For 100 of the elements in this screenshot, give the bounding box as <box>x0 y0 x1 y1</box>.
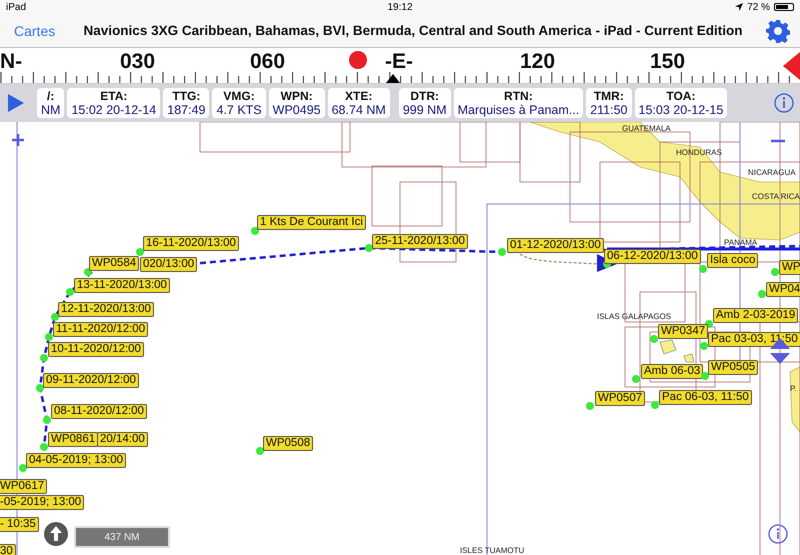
waypoint-label[interactable]: 020/13:00 <box>140 257 198 272</box>
waypoint-dot[interactable] <box>40 443 48 451</box>
waypoint-label[interactable]: 08-11-2020/12:00 <box>51 404 147 419</box>
waypoint-label[interactable]: 11-11-2020/12:00 <box>53 322 148 337</box>
waypoint-label[interactable]: 30 <box>0 544 16 555</box>
waypoint-label[interactable]: 13-11-2020/13:00 <box>74 278 170 293</box>
waypoint-dot[interactable] <box>66 288 74 296</box>
info-icon[interactable] <box>768 524 788 544</box>
compass-heading-label: -E- <box>385 50 413 74</box>
waypoint-dot[interactable] <box>36 384 44 392</box>
instrument-value: 15:03 20-12-15 <box>638 103 724 117</box>
info-icon[interactable] <box>774 93 794 113</box>
waypoint-label[interactable]: WP0505 <box>708 360 758 375</box>
waypoint-label[interactable]: Amb 2-03-2019 <box>713 308 798 323</box>
heading-pointer-icon <box>386 74 400 83</box>
bearing-dot-icon <box>349 51 367 69</box>
instrument-label: TMR: <box>594 89 624 103</box>
waypoint-label[interactable]: WP0617 <box>0 479 48 494</box>
waypoint-label[interactable]: Amb 06-03 <box>641 364 704 379</box>
zoom-in-icon[interactable] <box>12 134 24 146</box>
instrument-label: RTN: <box>504 89 533 103</box>
scale-bar: 437 NM <box>74 526 170 548</box>
instrument-label: /: <box>47 89 54 103</box>
place-name: P. <box>790 384 797 393</box>
zoom-out-icon[interactable] <box>771 139 785 143</box>
place-name: NICARAGUA <box>748 168 796 177</box>
navigation-title: Navionics 3XG Caribbean, Bahamas, BVI, Bermuda, Central and South America - iPad - Current Edition <box>82 23 744 38</box>
instrument-label: ETA: <box>100 89 128 103</box>
waypoint-label[interactable]: WP0508 <box>263 436 314 451</box>
waypoint-label[interactable]: 09-11-2020/12:00 <box>43 373 139 388</box>
compass-heading-label: 030 <box>120 50 156 74</box>
waypoint-dot[interactable] <box>19 464 27 472</box>
waypoint-label[interactable]: Isla coco <box>707 253 758 268</box>
waypoint-dot[interactable] <box>84 268 92 276</box>
waypoint-label[interactable]: WP <box>779 260 800 275</box>
place-name: PANAMA <box>724 238 758 247</box>
device-name: iPad <box>6 2 26 12</box>
battery-percentage: 72 % <box>747 2 770 12</box>
waypoint-dot[interactable] <box>632 375 640 383</box>
instrument-label: VMG: <box>223 89 255 103</box>
play-icon[interactable] <box>8 94 24 112</box>
waypoint-dot[interactable] <box>43 416 51 424</box>
instrument-value: 999 NM <box>402 103 447 117</box>
instrument-value: 211:50 <box>590 103 628 117</box>
waypoint-dot[interactable] <box>651 401 659 409</box>
waypoint-label[interactable]: 16-11-2020/13:00 <box>143 236 239 251</box>
waypoint-label[interactable]: WP04 <box>766 282 800 297</box>
waypoint-label[interactable]: 20/14:00 <box>97 432 148 447</box>
waypoint-dot[interactable] <box>700 342 708 350</box>
waypoint-label[interactable]: 06-12-2020/13:00 <box>604 249 701 264</box>
place-name: ISLAS GALAPAGOS <box>597 312 672 321</box>
waypoint-label[interactable]: - 10:35 <box>0 517 39 532</box>
instrument-value: 187:49 <box>167 103 206 117</box>
clock-time: 19:12 <box>387 2 413 12</box>
north-up-button-icon[interactable] <box>44 522 68 546</box>
waypoint-label[interactable]: Pac 06-03, 11:50 <box>659 390 752 405</box>
location-arrow-icon <box>735 3 744 11</box>
waypoint-label[interactable]: 10-11-2020/12:00 <box>48 342 144 357</box>
compass-heading-label: 120 <box>520 50 556 74</box>
waypoint-dot[interactable] <box>699 265 707 273</box>
waypoint-marker-icon <box>783 52 800 80</box>
waypoint-label[interactable]: WP0584 <box>89 256 140 271</box>
waypoint-dot[interactable] <box>771 268 779 276</box>
instrument-label: XTE: <box>345 89 372 103</box>
waypoint-label[interactable]: 25-11-2020/13:00 <box>372 234 468 249</box>
waypoint-label[interactable]: WP0347 <box>658 324 708 339</box>
waypoint-dot[interactable] <box>51 313 59 321</box>
instrument-value: WP0495 <box>272 103 321 117</box>
place-name: ISLES TUAMOTU <box>460 546 524 555</box>
waypoint-label[interactable]: 01-12-2020/13:00 <box>507 238 604 253</box>
waypoint-label[interactable]: 04-05-2019; 13:00 <box>26 453 126 468</box>
waypoint-label[interactable]: WP0861 <box>48 432 98 447</box>
instrument-label: WPN: <box>280 89 313 103</box>
waypoint-label[interactable]: 1 Kts De Courant Ici <box>257 215 366 230</box>
waypoint-label[interactable]: -05-2019; 13:00 <box>0 495 84 510</box>
waypoint-label[interactable]: 12-11-2020/13:00 <box>58 302 154 317</box>
instrument-value: 68.74 NM <box>332 103 386 117</box>
instrument-value: 15:02 20-12-14 <box>71 103 156 117</box>
waypoint-dot[interactable] <box>251 227 259 235</box>
instrument-label: TOA: <box>666 89 696 103</box>
instrument-value: NM <box>41 103 60 117</box>
waypoint-label[interactable]: WP0507 <box>595 391 646 406</box>
waypoint-dot[interactable] <box>498 248 506 256</box>
compass-heading-label: 060 <box>250 50 286 74</box>
charts-back-link[interactable]: Cartes <box>14 22 74 38</box>
waypoint-dot[interactable] <box>701 372 709 380</box>
waypoint-dot[interactable] <box>40 354 48 362</box>
compass-heading-label: N- <box>0 50 22 74</box>
instrument-label: TTG: <box>172 89 200 103</box>
instrument-value: Marquises à Panam... <box>458 103 580 117</box>
waypoint-dot[interactable] <box>136 248 144 256</box>
waypoint-dot[interactable] <box>256 447 264 455</box>
settings-icon[interactable] <box>766 18 790 42</box>
waypoint-dot[interactable] <box>45 333 53 341</box>
waypoint-dot[interactable] <box>365 244 373 252</box>
waypoint-dot[interactable] <box>650 335 658 343</box>
instrument-value: 4.7 KTS <box>216 103 262 117</box>
waypoint-dot[interactable] <box>586 402 594 410</box>
battery-icon <box>774 3 794 11</box>
waypoint-dot[interactable] <box>758 290 766 298</box>
